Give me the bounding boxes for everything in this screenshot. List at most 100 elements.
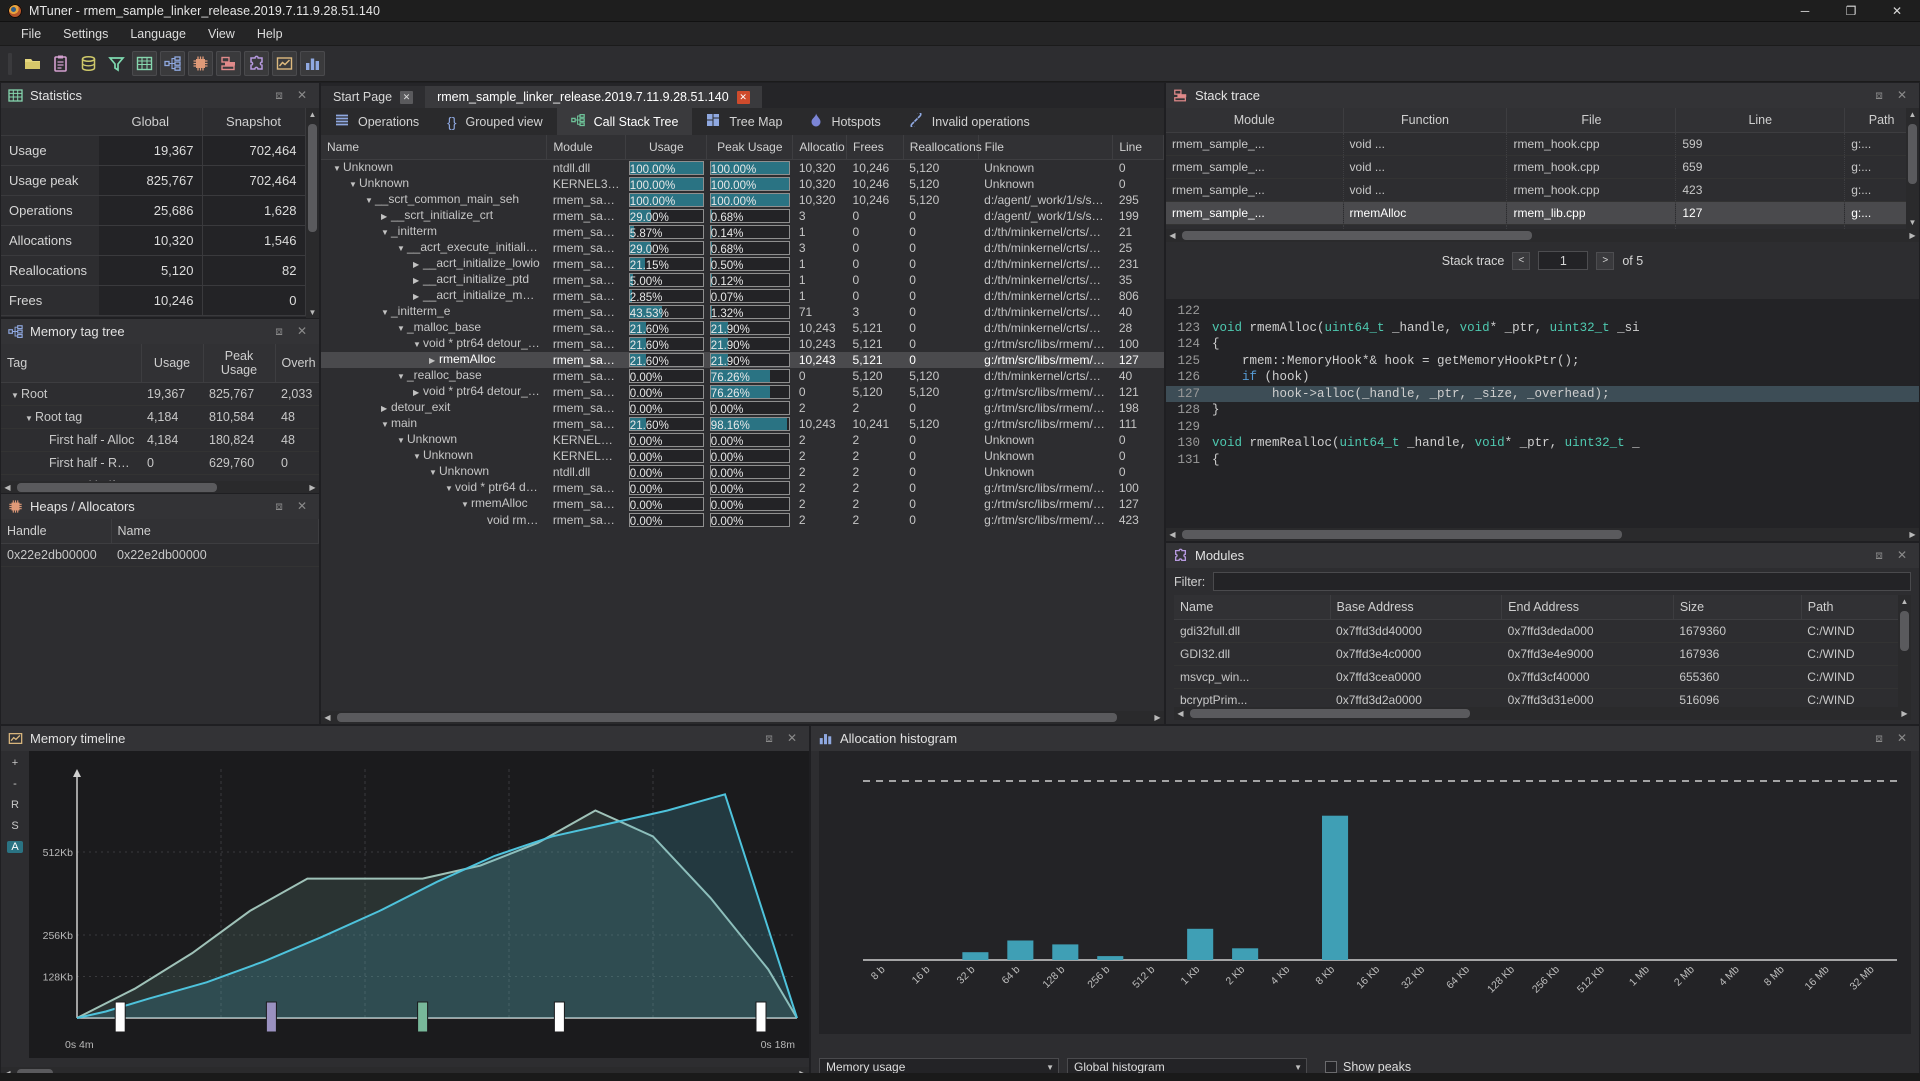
expand-caret-icon[interactable]: ▼ — [333, 161, 343, 176]
line-chart-icon[interactable] — [272, 51, 297, 76]
memory-timeline-graph[interactable]: 512Kb256Kb128Kb0s 4m0s 18m — [29, 751, 809, 1058]
scrollbar-thumb[interactable] — [337, 713, 1117, 722]
expand-caret-icon[interactable]: ▶ — [413, 273, 423, 288]
tab-start-page[interactable]: Start Page ✕ — [321, 86, 425, 108]
table-row[interactable]: First half - Realloc 0 629,760 0 — [1, 452, 319, 475]
stack-trace-vertical-scrollbar[interactable]: ▲ ▼ — [1906, 108, 1919, 229]
table-row[interactable]: ▶__acrt_initialize_multibytermem_sample_… — [321, 288, 1164, 304]
scroll-left-icon[interactable]: ◀ — [1166, 528, 1179, 541]
expand-caret-icon[interactable]: ▶ — [429, 353, 439, 368]
table-row[interactable]: Allocations 10,320 1,546 — [1, 226, 305, 256]
table-row[interactable]: ▼UnknownKERNELBASE.dll0.00%0.00%220Unkno… — [321, 448, 1164, 464]
bar-chart-icon[interactable] — [300, 51, 325, 76]
close-icon[interactable]: ✕ — [297, 324, 307, 339]
expand-caret-icon[interactable]: ▼ — [381, 417, 391, 432]
source-code-lines[interactable]: 122123void rmemAlloc(uint64_t _handle, v… — [1166, 299, 1919, 468]
expand-caret-icon[interactable]: ▼ — [25, 414, 35, 423]
chevron-down-icon[interactable]: ▼ — [1046, 1063, 1054, 1072]
cst-col-peak-usage[interactable]: Peak Usage — [707, 135, 793, 160]
expand-caret-icon[interactable]: ▼ — [397, 433, 407, 448]
table-row[interactable]: ▼void * ptr64 det...rmem_sample_...0.00%… — [321, 480, 1164, 496]
close-icon[interactable]: ✕ — [297, 499, 307, 514]
scroll-left-icon[interactable]: ◀ — [1166, 229, 1179, 242]
scroll-down-icon[interactable]: ▼ — [1906, 216, 1919, 229]
cst-col-usage[interactable]: Usage — [626, 135, 707, 160]
menu-item-language[interactable]: Language — [119, 24, 197, 44]
close-icon[interactable]: ✕ — [787, 731, 797, 746]
scrollbar-thumb[interactable] — [1190, 709, 1470, 718]
close-icon[interactable]: ✕ — [1897, 731, 1907, 746]
tab-capture-file[interactable]: rmem_sample_linker_release.2019.7.11.9.2… — [425, 86, 762, 108]
expand-caret-icon[interactable]: ▶ — [381, 209, 391, 224]
st-col-file[interactable]: File — [1507, 108, 1676, 133]
table-row[interactable]: GDI32.dll0x7ffd3e4c00000x7ffd3e4e9000167… — [1174, 643, 1911, 666]
tab-tree-map[interactable]: Tree Map — [692, 108, 796, 135]
table-row[interactable]: ▶__acrt_initialize_ptdrmem_sample_...5.0… — [321, 272, 1164, 288]
expand-caret-icon[interactable]: ▼ — [461, 497, 471, 512]
reset-button[interactable]: R — [11, 799, 19, 811]
zoom-in-button[interactable]: + — [12, 757, 18, 769]
scrollbar-thumb[interactable] — [1182, 530, 1622, 539]
expand-caret-icon[interactable]: ▼ — [11, 391, 21, 400]
database-icon[interactable] — [76, 51, 101, 76]
scroll-left-icon[interactable]: ◀ — [321, 711, 334, 724]
scroll-right-icon[interactable]: ▶ — [1906, 229, 1919, 242]
table-row[interactable]: ▼_inittermrmem_sample_...5.87%0.14%100d:… — [321, 224, 1164, 240]
menu-item-file[interactable]: File — [10, 24, 52, 44]
close-icon[interactable]: ✕ — [737, 91, 750, 104]
table-row[interactable]: gdi32full.dll0x7ffd3dd400000x7ffd3deda00… — [1174, 620, 1911, 643]
expand-caret-icon[interactable]: ▶ — [413, 385, 423, 400]
puzzle-icon[interactable] — [244, 51, 269, 76]
table-row[interactable]: void rme...rmem_sample_...0.00%0.00%220g… — [321, 512, 1164, 528]
cst-col-name[interactable]: Name — [321, 135, 547, 160]
prev-frame-button[interactable]: < — [1512, 252, 1530, 270]
scrollbar-thumb[interactable] — [1900, 611, 1909, 651]
table-row[interactable]: rmem_sample_...void ...rmem_hook.cpp599g… — [1166, 133, 1919, 156]
menu-item-settings[interactable]: Settings — [52, 24, 119, 44]
scroll-up-icon[interactable]: ▲ — [1898, 595, 1911, 608]
close-icon[interactable]: ✕ — [1897, 88, 1907, 103]
table-row[interactable]: ▼_realloc_basermem_sample_...0.00%76.26%… — [321, 368, 1164, 384]
zoom-out-button[interactable]: - — [13, 778, 17, 790]
table-row[interactable]: ▼__acrt_execute_initializersrmem_sample_… — [321, 240, 1164, 256]
st-col-function[interactable]: Function — [1343, 108, 1507, 133]
call-stack-tree-horizontal-scrollbar[interactable]: ◀ ▶ — [321, 711, 1164, 724]
st-col-line[interactable]: Line — [1676, 108, 1845, 133]
float-icon[interactable]: ⧈ — [275, 88, 283, 103]
scrollbar-thumb[interactable] — [17, 483, 217, 492]
table-row[interactable]: ▶void * ptr64 detour_RtlR...rmem_sample_… — [321, 384, 1164, 400]
scrollbar-thumb[interactable] — [1182, 231, 1532, 240]
table-row[interactable]: Usage 19,367 702,464 — [1, 136, 305, 166]
st-col-module[interactable]: Module — [1166, 108, 1343, 133]
table-row[interactable]: ▶__acrt_initialize_lowiormem_sample_...2… — [321, 256, 1164, 272]
expand-caret-icon[interactable]: ▶ — [413, 257, 423, 272]
allocation-histogram-plot[interactable]: 8 b16 b32 b64 b128 b256 b512 b1 Kb2 Kb4 … — [819, 751, 1911, 1034]
float-icon[interactable]: ⧈ — [1875, 548, 1883, 563]
expand-caret-icon[interactable]: ▼ — [381, 225, 391, 240]
table-row[interactable]: msvcp_win...0x7ffd3cea00000x7ffd3cf40000… — [1174, 666, 1911, 689]
cst-col-frees[interactable]: Frees — [847, 135, 904, 160]
scrollbar-thumb[interactable] — [1908, 124, 1917, 184]
scroll-left-icon[interactable]: ◀ — [1174, 707, 1187, 720]
cst-col-reallocations[interactable]: Reallocations — [903, 135, 978, 160]
table-row[interactable]: Reallocations 5,120 82 — [1, 256, 305, 286]
table-row[interactable]: ▼Root 19,367 825,767 2,033 — [1, 383, 319, 406]
minimize-button[interactable]: ─ — [1782, 0, 1828, 21]
show-peaks-checkbox[interactable]: Show peaks — [1325, 1060, 1411, 1074]
table-row[interactable]: ▼mainrmem_sample_...21.60%98.16%10,24310… — [321, 416, 1164, 432]
expand-caret-icon[interactable]: ▼ — [349, 177, 359, 192]
expand-caret-icon[interactable]: ▼ — [397, 241, 407, 256]
stack-icon[interactable] — [216, 51, 241, 76]
table-row[interactable]: rmem_sample_...void ...rmem_hook.cpp423g… — [1166, 179, 1919, 202]
expand-caret-icon[interactable]: ▼ — [413, 449, 423, 464]
table-row[interactable]: 0x22e2db00000 0x22e2db00000 — [1, 544, 319, 567]
expand-caret-icon[interactable]: ▼ — [429, 465, 439, 480]
table-row[interactable]: ▼Unknownntdll.dll100.00%100.00%10,32010,… — [321, 160, 1164, 177]
table-row[interactable]: rmem_sample_...void ...rmem_hook.cpp659g… — [1166, 156, 1919, 179]
expand-caret-icon[interactable]: ▼ — [365, 193, 375, 208]
modules-filter-input[interactable] — [1213, 572, 1911, 591]
md-col-path[interactable]: Path — [1801, 595, 1910, 620]
next-frame-button[interactable]: > — [1596, 252, 1614, 270]
cst-col-line[interactable]: Line — [1113, 135, 1164, 160]
expand-caret-icon[interactable]: ▼ — [445, 481, 455, 496]
